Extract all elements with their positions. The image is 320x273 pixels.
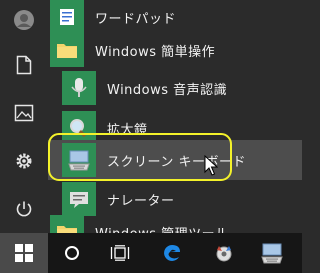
taskbar: [0, 233, 302, 273]
list-item-label: ワードパッド: [95, 11, 177, 27]
task-view-button[interactable]: [96, 233, 144, 273]
media-player-button[interactable]: [200, 233, 248, 273]
power-icon: [16, 201, 32, 217]
on-screen-keyboard-taskbar-button[interactable]: [248, 233, 296, 273]
documents-button[interactable]: [0, 45, 48, 85]
power-button[interactable]: [0, 189, 48, 229]
keyboard-app-icon: [261, 243, 283, 264]
cortana-search-icon: [65, 246, 79, 260]
folder-icon: [50, 33, 84, 67]
task-view-icon: [110, 245, 130, 261]
windows-start-icon: [15, 244, 33, 262]
mouse-cursor-icon: [204, 154, 219, 181]
settings-button[interactable]: [0, 141, 48, 181]
list-item-label: ナレーター: [107, 193, 175, 209]
user-avatar[interactable]: [0, 0, 48, 40]
microphone-icon: [62, 71, 96, 105]
media-player-icon: [216, 246, 232, 262]
user-avatar-icon: [14, 10, 34, 30]
list-item-windows-speech-recognition[interactable]: Windows 音声認識: [48, 68, 302, 108]
narrator-icon: [62, 182, 96, 216]
list-item-label: Windows 音声認識: [107, 82, 228, 98]
list-item-label: Windows 簡単操作: [95, 44, 216, 60]
documents-icon: [16, 55, 32, 75]
start-left-rail: [0, 0, 48, 233]
start-button[interactable]: [0, 233, 48, 273]
cortana-button[interactable]: [48, 233, 96, 273]
pictures-button[interactable]: [0, 93, 48, 133]
edge-icon: [164, 245, 180, 261]
edge-button[interactable]: [148, 233, 196, 273]
list-item-windows-ease-of-access[interactable]: Windows 簡単操作: [48, 30, 302, 70]
wordpad-icon: [50, 0, 84, 34]
start-app-list: ワードパッド Windows 簡単操作 Windows 音声認識 拡大鏡 スクリ…: [48, 0, 302, 249]
pictures-icon: [14, 104, 34, 122]
settings-gear-icon: [16, 153, 32, 169]
